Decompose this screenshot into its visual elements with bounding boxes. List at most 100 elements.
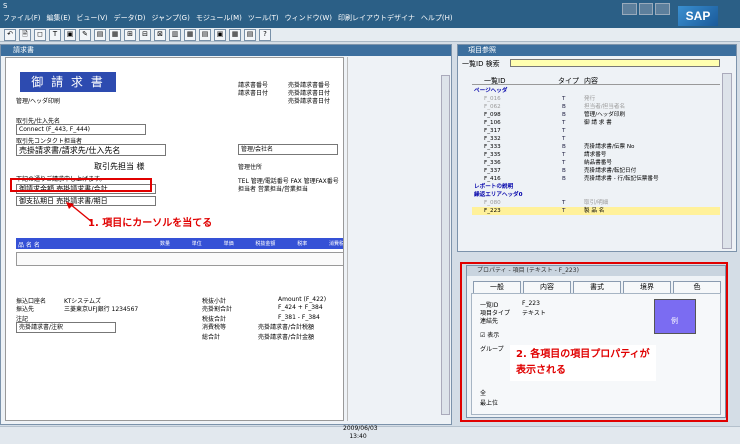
menu-item-5[interactable]: モジュール(M) <box>196 11 242 25</box>
toolbar-button-17-icon[interactable]: ? <box>259 28 271 41</box>
field-row[interactable]: F_223 T 製 品 名 <box>472 207 720 215</box>
toolbar-button-9-icon[interactable]: ⊟ <box>139 28 151 41</box>
field-row[interactable]: F_080 T 取引/明細 <box>472 199 720 207</box>
toolbar-button-16-icon[interactable]: ▤ <box>244 28 256 41</box>
toolbar-button-4-icon[interactable]: ▣ <box>64 28 76 41</box>
item-col-header-3[interactable]: 税抜金額 <box>255 240 275 247</box>
field-content: 発行 <box>584 96 596 102</box>
invoice-due-value[interactable]: 売掛請求書日付 <box>288 96 330 105</box>
bill-to-field[interactable]: 売掛請求書/請求先/仕入先名 <box>16 144 166 156</box>
field-row[interactable]: F_337 B 売掛請求書/転記日付 <box>472 167 720 175</box>
group-report_header[interactable]: レポートの説明 <box>472 183 720 191</box>
toolbar-button-12-icon[interactable]: ▦ <box>184 28 196 41</box>
toolbar-button-1-icon[interactable]: 🗎 <box>19 28 31 41</box>
layout-scrollbar[interactable] <box>441 75 450 415</box>
toolbar-button-6-icon[interactable]: ▤ <box>94 28 106 41</box>
bank-account-label[interactable]: 振込先 <box>16 304 34 313</box>
address-label[interactable]: 管理住所 <box>238 162 262 171</box>
close-button[interactable] <box>655 3 671 15</box>
item-columns: 数量 単位 単価 税抜金額 税率 消費税 <box>160 240 343 247</box>
menu-item-2[interactable]: ビュー(V) <box>76 11 107 25</box>
vat-value[interactable]: 売掛請求書/合計税額 <box>258 322 314 331</box>
field-id: F_062 <box>484 104 501 110</box>
menu-item-8[interactable]: 印刷レイアウトデザイナ <box>338 11 415 25</box>
step2-highlight-box <box>460 262 728 422</box>
toolbar-button-11-icon[interactable]: ▥ <box>169 28 181 41</box>
field-type: B <box>562 176 566 182</box>
toolbar: ↶ 🗎 ◻ T ▣ ✎ ▤ ▦ ⊞ ⊟ ⊠ ▥ ▦ ▤ ▣ ▦ ▤? <box>0 28 740 42</box>
field-row[interactable]: F_062 B 担当者/担当者名 <box>472 103 720 111</box>
customer-honorific[interactable]: 取引先担当 様 <box>94 161 145 172</box>
item-col-header-2[interactable]: 単価 <box>224 240 234 247</box>
field-row[interactable]: F_335 T 請求番号 <box>472 151 720 159</box>
customer-field[interactable]: Connect (F_443, F_444) <box>16 124 146 135</box>
field-content: 取引/明細 <box>584 200 609 206</box>
col-type-header: タイプ <box>558 77 579 85</box>
toolbar-button-2-icon[interactable]: ◻ <box>34 28 46 41</box>
toolbar-button-15-icon[interactable]: ▦ <box>229 28 241 41</box>
header-print-label[interactable]: 管理/ヘッダ印刷 <box>16 96 60 105</box>
field-row[interactable]: F_016 T 発行 <box>472 95 720 103</box>
field-row[interactable]: F_106 T 御 請 求 書 <box>472 119 720 127</box>
menu-item-4[interactable]: ジャンプ(G) <box>152 11 190 25</box>
menu-item-7[interactable]: ウィンドウ(W) <box>285 11 332 25</box>
field-type: T <box>562 96 566 102</box>
toolbar-button-7-icon[interactable]: ▦ <box>109 28 121 41</box>
field-content: 売掛請求書/伝票 No <box>584 144 635 150</box>
field-row[interactable]: F_317 T <box>472 127 720 135</box>
toolbar-button-3-icon[interactable]: T <box>49 28 61 41</box>
toolbar-button-8-icon[interactable]: ⊞ <box>124 28 136 41</box>
field-row[interactable]: F_333 B 売掛請求書/伝票 No <box>472 143 720 151</box>
rep-line[interactable]: 担当者 営業担当/営業担当 <box>238 184 308 193</box>
invoice-title[interactable]: 御 請 求 書 <box>20 72 116 92</box>
menu-item-9[interactable]: ヘルプ(H) <box>421 11 453 25</box>
window-controls <box>622 3 671 15</box>
toolbar-button-5-icon[interactable]: ✎ <box>79 28 91 41</box>
grand-total-value[interactable]: 売掛請求書/合計金額 <box>258 332 314 341</box>
toolbar-button-0-icon[interactable]: ↶ <box>4 28 16 41</box>
field-content: 納品書番号 <box>584 160 612 166</box>
invoice-canvas[interactable]: 御 請 求 書 管理/ヘッダ印刷 請求書番号 売掛請求書番号 請求書日付 売掛請… <box>5 57 344 421</box>
line-item-row[interactable] <box>16 252 343 266</box>
item-col-header-4[interactable]: 税率 <box>297 240 307 247</box>
menu-item-3[interactable]: データ(D) <box>114 11 146 25</box>
item-col-header-1[interactable]: 単位 <box>192 240 202 247</box>
field-id: F_416 <box>484 176 501 182</box>
field-row[interactable]: F_098 B 管理/ヘッダ印刷 <box>472 111 720 119</box>
group-repeat_area[interactable]: 繰返エリアヘッダ0 <box>472 191 720 199</box>
field-row[interactable]: F_332 T <box>472 135 720 143</box>
subtotal-value[interactable]: Amount (F_422) <box>278 296 326 303</box>
field-search-label: 一覧ID 検索 <box>462 60 500 68</box>
toolbar-button-13-icon[interactable]: ▤ <box>199 28 211 41</box>
menu-item-1[interactable]: 編集(E) <box>47 11 71 25</box>
tax-value[interactable]: F_381 - F_384 <box>278 314 320 321</box>
minimize-button[interactable] <box>622 3 637 15</box>
field-search-input[interactable] <box>510 59 720 67</box>
discount-value[interactable]: F_424 + F_384 <box>278 304 323 311</box>
menu-item-6[interactable]: ツール(T) <box>248 11 279 25</box>
step2-annotation: 2. 各項目の項目プロパティが 表示される <box>510 345 656 381</box>
field-row[interactable]: F_416 B 売掛請求書 - 行/転記伝票番号 <box>472 175 720 183</box>
vat-label[interactable]: 消費税等 <box>202 322 226 331</box>
item-col-header-0[interactable]: 数量 <box>160 240 170 247</box>
field-row[interactable]: F_336 T 納品書番号 <box>472 159 720 167</box>
menu-item-0[interactable]: ファイル(F) <box>3 11 41 25</box>
field-type: T <box>562 152 566 158</box>
field-id: F_336 <box>484 160 501 166</box>
bank-account-value[interactable]: 三菱東京UFJ銀行 1234567 <box>64 304 138 313</box>
toolbar-button-14-icon[interactable]: ▣ <box>214 28 226 41</box>
maximize-button[interactable] <box>638 3 654 15</box>
grand-total-label[interactable]: 総合計 <box>202 332 220 341</box>
step1-highlight-box <box>10 178 152 192</box>
manager-field[interactable]: 管理/会社名 <box>238 144 338 155</box>
group-page-header[interactable]: ページヘッダ <box>472 87 720 95</box>
item-name-header[interactable]: 品 名 名 <box>18 240 40 249</box>
discount-label[interactable]: 売掛割合計 <box>202 304 232 313</box>
field-list-header: 一覧ID タイプ 内容 <box>472 76 720 85</box>
item-col-header-5[interactable]: 消費税 <box>329 240 343 247</box>
invoice-date-label[interactable]: 請求書日付 <box>238 88 268 97</box>
toolbar-button-10-icon[interactable]: ⊠ <box>154 28 166 41</box>
field-list-scrollbar[interactable] <box>722 73 732 249</box>
notes-field[interactable]: 売掛請求書/注釈 <box>16 322 116 333</box>
field-id: F_333 <box>484 144 501 150</box>
